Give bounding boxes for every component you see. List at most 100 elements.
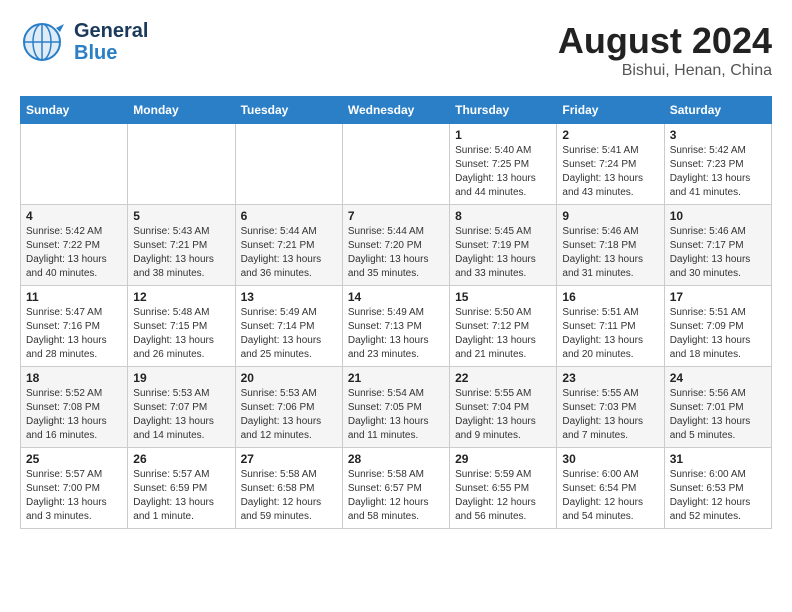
sunrise-text: Sunrise: 5:49 AM [348, 307, 424, 318]
day-number: 26 [133, 452, 229, 466]
calendar-cell: 17 Sunrise: 5:51 AM Sunset: 7:09 PM Dayl… [664, 286, 771, 367]
calendar-cell: 30 Sunrise: 6:00 AM Sunset: 6:54 PM Dayl… [557, 448, 664, 529]
day-info: Sunrise: 5:43 AM Sunset: 7:21 PM Dayligh… [133, 225, 229, 281]
calendar-cell [235, 124, 342, 205]
daylight-text: Daylight: 13 hours and 14 minutes. [133, 416, 214, 441]
calendar-cell: 8 Sunrise: 5:45 AM Sunset: 7:19 PM Dayli… [450, 205, 557, 286]
calendar-cell: 13 Sunrise: 5:49 AM Sunset: 7:14 PM Dayl… [235, 286, 342, 367]
weekday-header-thursday: Thursday [450, 97, 557, 124]
sunset-text: Sunset: 7:18 PM [562, 240, 636, 251]
calendar-cell: 14 Sunrise: 5:49 AM Sunset: 7:13 PM Dayl… [342, 286, 449, 367]
sunset-text: Sunset: 7:15 PM [133, 321, 207, 332]
sunrise-text: Sunrise: 5:44 AM [348, 226, 424, 237]
daylight-text: Daylight: 13 hours and 30 minutes. [670, 254, 751, 279]
calendar-cell: 21 Sunrise: 5:54 AM Sunset: 7:05 PM Dayl… [342, 367, 449, 448]
sunset-text: Sunset: 7:04 PM [455, 402, 529, 413]
daylight-text: Daylight: 13 hours and 9 minutes. [455, 416, 536, 441]
logo: General Blue [20, 20, 148, 64]
day-number: 5 [133, 209, 229, 223]
calendar-cell: 10 Sunrise: 5:46 AM Sunset: 7:17 PM Dayl… [664, 205, 771, 286]
day-info: Sunrise: 5:46 AM Sunset: 7:18 PM Dayligh… [562, 225, 658, 281]
calendar-cell: 29 Sunrise: 5:59 AM Sunset: 6:55 PM Dayl… [450, 448, 557, 529]
day-number: 12 [133, 290, 229, 304]
daylight-text: Daylight: 13 hours and 21 minutes. [455, 335, 536, 360]
day-number: 21 [348, 371, 444, 385]
sunset-text: Sunset: 7:21 PM [133, 240, 207, 251]
calendar-cell: 1 Sunrise: 5:40 AM Sunset: 7:25 PM Dayli… [450, 124, 557, 205]
day-info: Sunrise: 5:42 AM Sunset: 7:22 PM Dayligh… [26, 225, 122, 281]
day-info: Sunrise: 5:52 AM Sunset: 7:08 PM Dayligh… [26, 387, 122, 443]
sunrise-text: Sunrise: 5:40 AM [455, 145, 531, 156]
calendar-cell: 18 Sunrise: 5:52 AM Sunset: 7:08 PM Dayl… [21, 367, 128, 448]
day-info: Sunrise: 5:50 AM Sunset: 7:12 PM Dayligh… [455, 306, 551, 362]
weekday-header-monday: Monday [128, 97, 235, 124]
sunrise-text: Sunrise: 5:55 AM [455, 388, 531, 399]
daylight-text: Daylight: 12 hours and 58 minutes. [348, 497, 429, 522]
logo-blue: Blue [74, 42, 148, 64]
calendar-cell [342, 124, 449, 205]
day-number: 22 [455, 371, 551, 385]
sunrise-text: Sunrise: 5:58 AM [348, 469, 424, 480]
calendar-cell: 27 Sunrise: 5:58 AM Sunset: 6:58 PM Dayl… [235, 448, 342, 529]
sunrise-text: Sunrise: 6:00 AM [562, 469, 638, 480]
day-number: 6 [241, 209, 337, 223]
sunset-text: Sunset: 6:54 PM [562, 483, 636, 494]
daylight-text: Daylight: 13 hours and 26 minutes. [133, 335, 214, 360]
day-info: Sunrise: 5:54 AM Sunset: 7:05 PM Dayligh… [348, 387, 444, 443]
day-info: Sunrise: 5:56 AM Sunset: 7:01 PM Dayligh… [670, 387, 766, 443]
day-info: Sunrise: 5:53 AM Sunset: 7:06 PM Dayligh… [241, 387, 337, 443]
calendar-cell: 24 Sunrise: 5:56 AM Sunset: 7:01 PM Dayl… [664, 367, 771, 448]
day-info: Sunrise: 6:00 AM Sunset: 6:54 PM Dayligh… [562, 468, 658, 524]
sunset-text: Sunset: 7:22 PM [26, 240, 100, 251]
daylight-text: Daylight: 13 hours and 36 minutes. [241, 254, 322, 279]
sunrise-text: Sunrise: 5:49 AM [241, 307, 317, 318]
daylight-text: Daylight: 13 hours and 20 minutes. [562, 335, 643, 360]
day-info: Sunrise: 5:51 AM Sunset: 7:09 PM Dayligh… [670, 306, 766, 362]
day-info: Sunrise: 5:57 AM Sunset: 6:59 PM Dayligh… [133, 468, 229, 524]
sunset-text: Sunset: 7:24 PM [562, 159, 636, 170]
sunset-text: Sunset: 7:17 PM [670, 240, 744, 251]
daylight-text: Daylight: 13 hours and 7 minutes. [562, 416, 643, 441]
calendar-cell: 23 Sunrise: 5:55 AM Sunset: 7:03 PM Dayl… [557, 367, 664, 448]
sunrise-text: Sunrise: 5:56 AM [670, 388, 746, 399]
weekday-header-tuesday: Tuesday [235, 97, 342, 124]
day-number: 17 [670, 290, 766, 304]
sunrise-text: Sunrise: 5:46 AM [562, 226, 638, 237]
calendar-table: SundayMondayTuesdayWednesdayThursdayFrid… [20, 96, 772, 529]
calendar-cell [128, 124, 235, 205]
daylight-text: Daylight: 13 hours and 44 minutes. [455, 173, 536, 198]
day-info: Sunrise: 5:59 AM Sunset: 6:55 PM Dayligh… [455, 468, 551, 524]
day-info: Sunrise: 5:53 AM Sunset: 7:07 PM Dayligh… [133, 387, 229, 443]
weekday-header-saturday: Saturday [664, 97, 771, 124]
day-number: 2 [562, 128, 658, 142]
calendar-cell: 28 Sunrise: 5:58 AM Sunset: 6:57 PM Dayl… [342, 448, 449, 529]
sunrise-text: Sunrise: 5:41 AM [562, 145, 638, 156]
sunrise-text: Sunrise: 5:46 AM [670, 226, 746, 237]
day-info: Sunrise: 5:40 AM Sunset: 7:25 PM Dayligh… [455, 144, 551, 200]
sunset-text: Sunset: 7:20 PM [348, 240, 422, 251]
day-info: Sunrise: 5:42 AM Sunset: 7:23 PM Dayligh… [670, 144, 766, 200]
daylight-text: Daylight: 12 hours and 59 minutes. [241, 497, 322, 522]
day-number: 27 [241, 452, 337, 466]
day-number: 25 [26, 452, 122, 466]
weekday-header-row: SundayMondayTuesdayWednesdayThursdayFrid… [21, 97, 772, 124]
day-number: 20 [241, 371, 337, 385]
sunset-text: Sunset: 7:19 PM [455, 240, 529, 251]
sunrise-text: Sunrise: 5:59 AM [455, 469, 531, 480]
calendar-cell: 7 Sunrise: 5:44 AM Sunset: 7:20 PM Dayli… [342, 205, 449, 286]
daylight-text: Daylight: 12 hours and 56 minutes. [455, 497, 536, 522]
day-info: Sunrise: 5:49 AM Sunset: 7:13 PM Dayligh… [348, 306, 444, 362]
logo-text-block: General Blue [74, 20, 148, 64]
day-number: 18 [26, 371, 122, 385]
day-info: Sunrise: 5:41 AM Sunset: 7:24 PM Dayligh… [562, 144, 658, 200]
daylight-text: Daylight: 13 hours and 43 minutes. [562, 173, 643, 198]
sunrise-text: Sunrise: 5:53 AM [241, 388, 317, 399]
sunset-text: Sunset: 7:12 PM [455, 321, 529, 332]
day-number: 8 [455, 209, 551, 223]
day-info: Sunrise: 5:44 AM Sunset: 7:20 PM Dayligh… [348, 225, 444, 281]
calendar-cell: 5 Sunrise: 5:43 AM Sunset: 7:21 PM Dayli… [128, 205, 235, 286]
sunrise-text: Sunrise: 5:50 AM [455, 307, 531, 318]
day-number: 15 [455, 290, 551, 304]
sunset-text: Sunset: 7:13 PM [348, 321, 422, 332]
sunset-text: Sunset: 7:23 PM [670, 159, 744, 170]
